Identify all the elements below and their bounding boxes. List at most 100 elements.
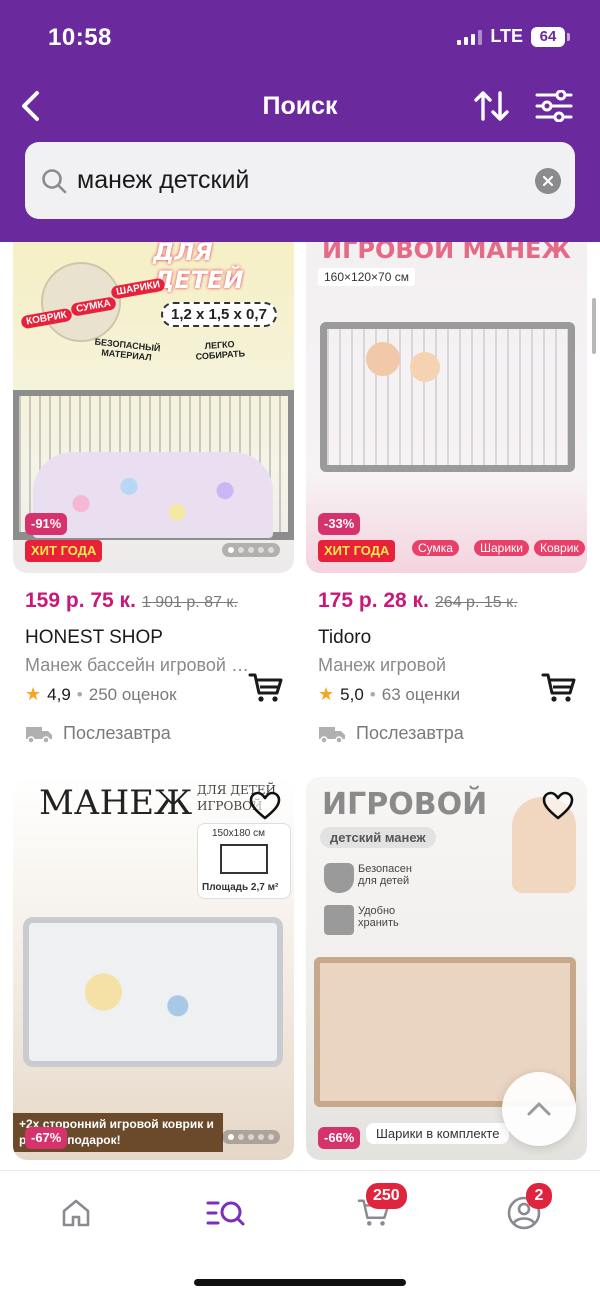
star-icon: ★	[25, 684, 42, 704]
image-caption: ИГРОВОЙ МАНЕЖ	[322, 242, 571, 264]
image-caption: 150x180 см	[212, 828, 266, 839]
heart-icon	[542, 791, 574, 820]
image-caption: детский манеж	[320, 827, 436, 848]
favorite-button[interactable]	[541, 789, 575, 823]
box-icon	[324, 905, 354, 935]
battery-level: 64	[531, 26, 565, 47]
tab-cart[interactable]: 250	[344, 1183, 407, 1235]
image-caption: Площадь 2,7 м²	[202, 882, 279, 893]
profile-notification-badge: 2	[526, 1183, 552, 1209]
old-price: 264 р. 15 к.	[434, 594, 518, 611]
network-label: LTE	[490, 26, 523, 46]
filter-button[interactable]	[532, 86, 576, 126]
heart-icon	[249, 791, 281, 820]
status-indicators: LTE 64	[457, 26, 570, 47]
image-caption: МАНЕЖ	[39, 783, 193, 823]
delivery-info: Послезавтра	[318, 723, 587, 744]
search-bar	[25, 142, 575, 219]
clear-search-button[interactable]	[535, 167, 561, 194]
battery-icon: 64	[531, 26, 570, 47]
add-to-cart-button[interactable]	[539, 670, 579, 706]
product-image[interactable]: ИГРОВОЙ МАНЕЖ 160×120×70 см Сумка Шарики…	[306, 242, 587, 573]
image-caption: 1,2 x 1,5 x 0,7	[161, 302, 277, 327]
image-caption: 160×120×70 см	[318, 268, 415, 286]
discount-badge: -91%	[25, 513, 68, 535]
image-caption: Безопасен для детей	[358, 863, 412, 887]
cart-count-badge: 250	[366, 1183, 407, 1209]
old-price: 1 901 р. 87 к.	[141, 594, 238, 611]
product-image[interactable]: ДЛЯ ДЕТЕЙ 1,2 x 1,5 x 0,7 КОВРИК СУМКА Ш…	[13, 242, 294, 573]
cart-icon	[541, 673, 576, 702]
child-image	[410, 352, 440, 382]
product-image[interactable]: МАНЕЖ ДЛЯ ДЕТЕЙ ИГРОВОЙ 150x180 см Площа…	[13, 777, 294, 1160]
product-card[interactable]: МАНЕЖ ДЛЯ ДЕТЕЙ ИГРОВОЙ 150x180 см Площа…	[13, 777, 294, 1160]
home-indicator	[194, 1279, 406, 1286]
image-caption: Сумка	[412, 540, 459, 556]
image-caption: ЛЕГКО СОБИРАТЬ	[195, 338, 246, 362]
search-input[interactable]	[77, 166, 535, 195]
close-icon	[542, 175, 554, 186]
signal-icon	[457, 29, 483, 45]
image-caption: ДЛЯ ДЕТЕЙ	[153, 242, 244, 294]
delivery-truck-icon	[26, 726, 52, 744]
hit-badge: ХИТ ГОДА	[25, 540, 103, 562]
image-caption: Удобно хранить	[358, 905, 399, 929]
delivery-truck-icon	[319, 726, 345, 744]
rating-value: 4,9	[47, 684, 71, 704]
product-info: 159 р. 75 к. 1 901 р. 87 к. HONEST SHOP …	[13, 573, 294, 744]
reviews-count: 250 оценок	[88, 684, 177, 704]
search-results-screen: 10:58 LTE 64 Поиск манеж детский ДЛЯ ДЕТ…	[0, 0, 600, 1297]
product-name[interactable]: Манеж игровой	[318, 655, 543, 676]
tab-home[interactable]	[46, 1191, 106, 1235]
scroll-to-top-button[interactable]	[502, 1072, 576, 1146]
header: 10:58 LTE 64 Поиск	[0, 0, 600, 242]
cart-icon	[248, 673, 283, 702]
chevron-up-icon	[527, 1102, 551, 1116]
shop-name[interactable]: Tidoro	[318, 627, 587, 649]
child-image	[366, 342, 400, 376]
delivery-info: Послезавтра	[25, 723, 294, 744]
price: 159 р. 75 к.	[25, 589, 136, 612]
tab-profile[interactable]: 2	[494, 1183, 554, 1235]
discount-badge: -33%	[318, 513, 361, 535]
image-caption: Шарики	[474, 540, 530, 556]
image-caption: Коврик	[534, 540, 585, 556]
image-caption: БЕЗОПАСНЫЙ МАТЕРИАЛ	[94, 336, 161, 363]
image-caption: ШАРИКИ	[110, 277, 167, 300]
rating-value: 5,0	[340, 684, 364, 704]
image-pager	[222, 543, 280, 557]
price: 175 р. 28 к.	[318, 589, 429, 612]
reviews-count: 63 оценки	[381, 684, 461, 704]
product-card[interactable]: ДЛЯ ДЕТЕЙ 1,2 x 1,5 x 0,7 КОВРИК СУМКА Ш…	[13, 242, 294, 744]
favorite-button[interactable]	[248, 789, 282, 823]
balls-image	[33, 452, 273, 538]
search-icon	[39, 166, 69, 196]
sort-arrows-icon	[474, 91, 509, 121]
status-time: 10:58	[48, 24, 112, 51]
shield-icon	[324, 863, 354, 893]
product-info: 175 р. 28 к. 264 р. 15 к. Tidoro Манеж и…	[306, 573, 587, 744]
playpen-image	[320, 322, 575, 472]
scrollbar[interactable]	[592, 298, 596, 354]
delivery-text: Послезавтра	[63, 723, 171, 743]
filter-sliders-icon	[535, 90, 573, 122]
size-card: 150x180 см Площадь 2,7 м²	[197, 823, 291, 899]
bottom-tab-bar: 250 2	[0, 1170, 600, 1297]
add-to-cart-button[interactable]	[246, 670, 286, 706]
image-caption: ИГРОВОЙ	[322, 787, 488, 822]
image-caption: Шарики в комплекте	[366, 1123, 510, 1144]
shop-name[interactable]: HONEST SHOP	[25, 627, 294, 649]
playpen-image	[23, 917, 283, 1067]
hit-badge: ХИТ ГОДА	[318, 540, 396, 562]
catalog-search-icon	[206, 1201, 245, 1226]
sort-button[interactable]	[470, 86, 514, 126]
tab-catalog-search[interactable]	[196, 1191, 256, 1235]
product-name[interactable]: Манеж бассейн игровой для детей	[25, 655, 250, 676]
discount-badge: -67%	[25, 1127, 68, 1149]
star-icon: ★	[318, 684, 335, 704]
product-card[interactable]: ИГРОВОЙ МАНЕЖ 160×120×70 см Сумка Шарики…	[306, 242, 587, 744]
image-pager	[222, 1130, 280, 1144]
home-icon	[62, 1199, 90, 1227]
delivery-text: Послезавтра	[356, 723, 464, 743]
discount-badge: -66%	[318, 1127, 361, 1149]
